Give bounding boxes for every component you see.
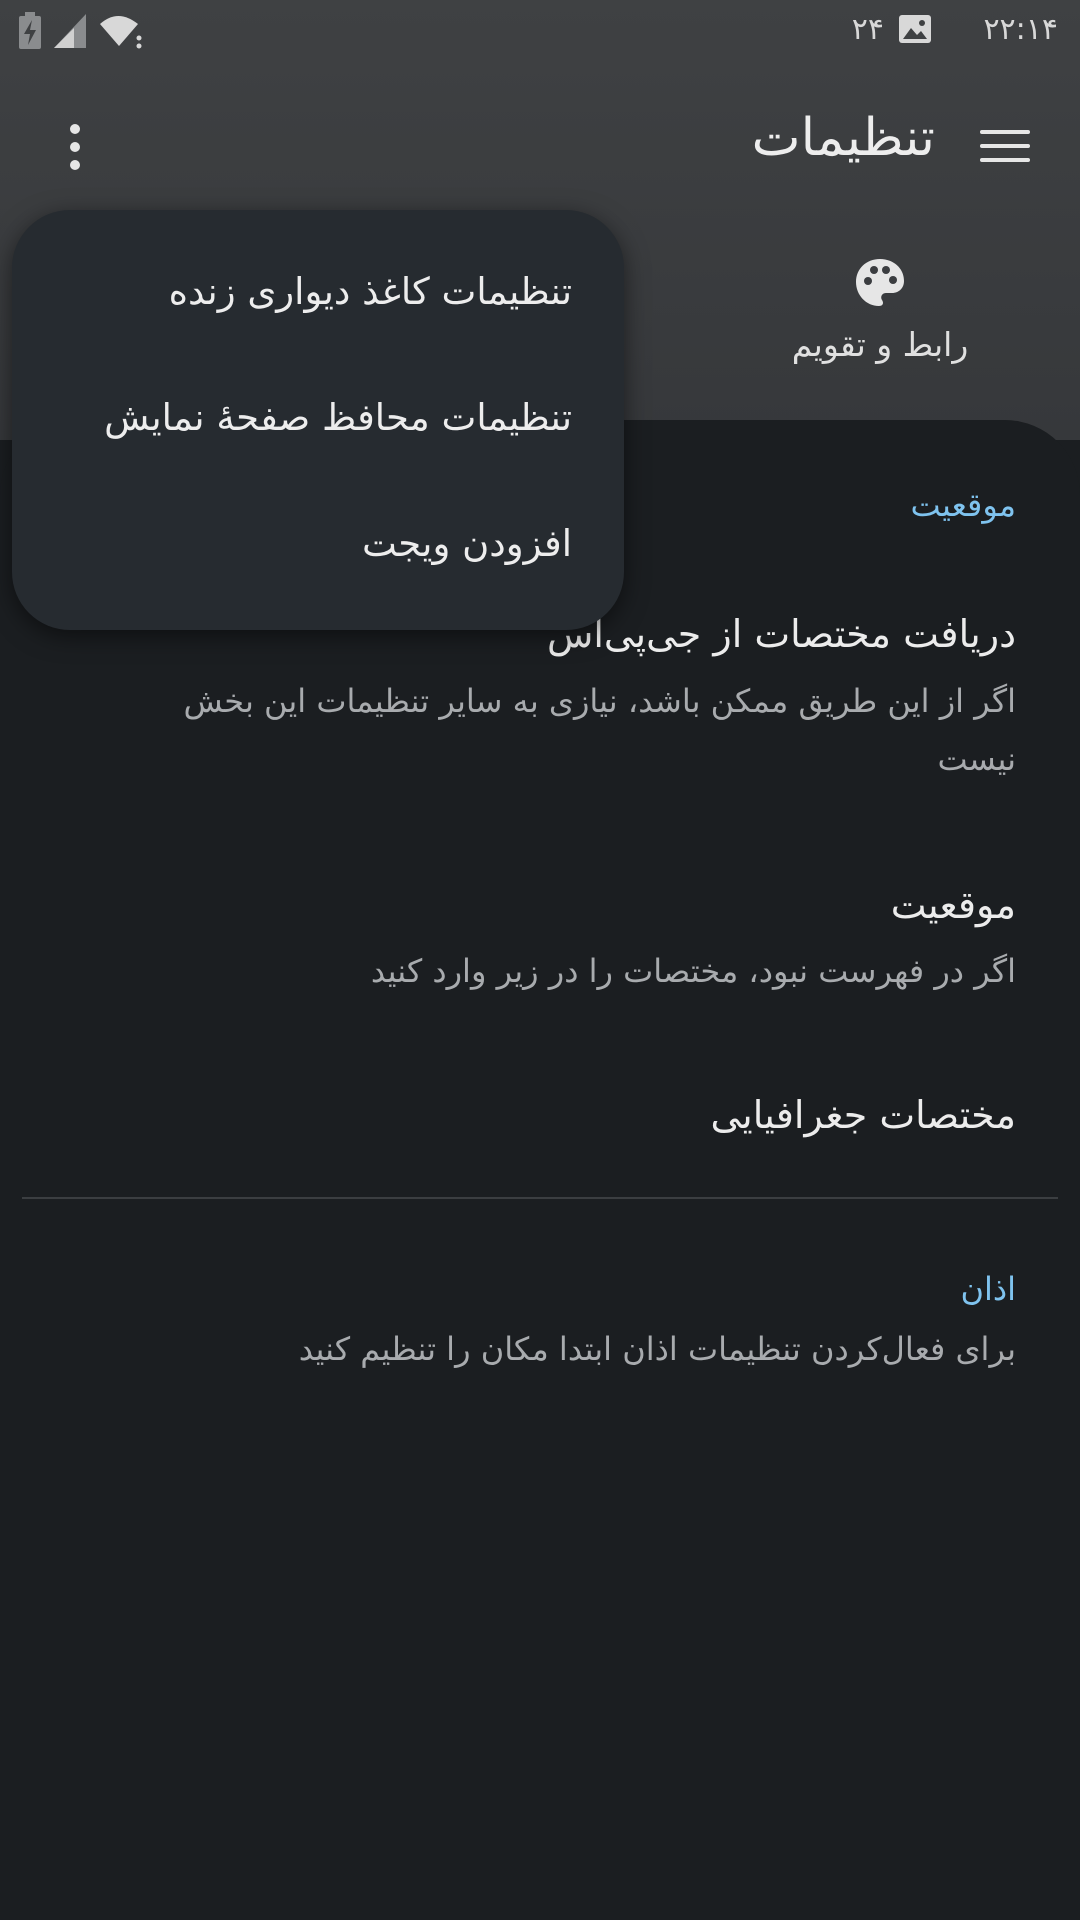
gallery-icon	[899, 15, 931, 43]
palette-icon	[856, 259, 904, 306]
category-tab-label: رابط و تقویم	[791, 325, 969, 364]
overflow-popup-menu: تنظیمات کاغذ دیواری زنده تنظیمات محافظ ص…	[12, 210, 624, 630]
cellular-signal-icon	[54, 14, 86, 48]
hamburger-menu-icon[interactable]	[980, 128, 1030, 164]
pref-city-title: موقعیت	[890, 883, 1016, 927]
page-title: تنظیمات	[751, 108, 935, 168]
section-header-location: موقعیت	[910, 486, 1016, 524]
menu-item-live-wallpaper[interactable]: تنظیمات کاغذ دیواری زنده	[169, 270, 572, 313]
pref-city-summary: اگر در فهرست نبود، مختصات را در زیر وارد…	[370, 952, 1016, 990]
section-header-athan: اذان	[960, 1270, 1016, 1308]
menu-item-add-widget[interactable]: افزودن ویجت	[362, 522, 572, 565]
status-system-icons	[18, 12, 154, 52]
pref-gps-title: دریافت مختصات از جی‌پی‌اس	[546, 612, 1016, 656]
wifi-icon	[100, 16, 142, 49]
app-bar: تنظیمات	[0, 90, 1080, 200]
pref-athan-summary: برای فعال‌کردن تنظیمات اذان ابتدا مکان ر…	[298, 1330, 1016, 1368]
more-vert-icon[interactable]	[60, 122, 90, 172]
menu-item-screensaver[interactable]: تنظیمات محافظ صفحهٔ نمایش	[104, 396, 572, 439]
pref-coordinates-title: مختصات جغرافیایی	[710, 1093, 1016, 1137]
status-time: ۲۲:۱۴	[983, 12, 1058, 47]
category-tab-interface-calendar[interactable]: رابط و تقویم	[760, 255, 1000, 364]
status-notification-count: ۲۴	[851, 12, 884, 47]
battery-charging-icon	[19, 12, 41, 49]
pref-gps-summary: اگر از این طریق ممکن باشد، نیازی به سایر…	[183, 682, 1016, 778]
section-divider	[22, 1197, 1058, 1199]
status-bar: ۲۲:۱۴ ۲۴	[0, 0, 1080, 62]
